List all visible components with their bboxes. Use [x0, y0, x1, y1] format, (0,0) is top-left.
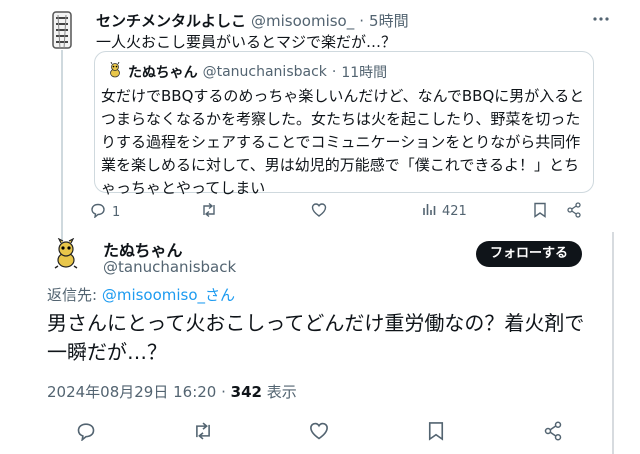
share-icon — [543, 421, 563, 445]
main-tweet-text: 男さんにとって火おこしってどんだけ重労働なの？着火剤で一瞬だが…？ — [47, 311, 585, 364]
retweet-button[interactable] — [192, 421, 214, 445]
handle[interactable]: @misoomiso_ — [251, 12, 354, 30]
bookmark-icon — [427, 421, 445, 445]
bookmark-icon — [533, 202, 547, 222]
views-button[interactable]: 421 — [422, 202, 467, 220]
tweet-meta: 2024年08月29日 16:20 · 342 表示 — [47, 381, 297, 402]
display-name[interactable]: センチメンタルよしこ — [96, 10, 246, 31]
separator-dot: · — [331, 64, 337, 80]
retweet-button[interactable] — [200, 202, 218, 222]
reply-to-line: 返信先: @misoomiso_さん — [47, 284, 235, 305]
like-button[interactable] — [309, 421, 329, 445]
views-icon — [422, 202, 436, 220]
share-icon — [566, 202, 582, 222]
quoted-timestamp: 11時間 — [341, 65, 388, 81]
share-button[interactable] — [566, 202, 582, 222]
quoted-handle: @tanuchanisback — [202, 64, 327, 80]
share-button[interactable] — [543, 421, 563, 445]
like-icon — [311, 202, 327, 222]
tweet-text: 一人火おこし要員がいるとマジで楽だが…？ — [96, 33, 397, 51]
quoted-display-name: たぬちゃん — [128, 65, 198, 81]
reply-icon — [76, 421, 96, 445]
views-count: 421 — [442, 203, 467, 219]
timestamp[interactable]: 5時間 — [369, 10, 409, 31]
separator-dot: · — [359, 12, 365, 30]
tanuki-avatar-icon — [107, 61, 123, 82]
more-icon[interactable] — [592, 10, 610, 32]
avatar-sentimental-yoshiko[interactable] — [42, 10, 82, 50]
views-label: 表示 — [261, 383, 297, 401]
like-icon — [309, 421, 329, 445]
like-button[interactable] — [311, 202, 327, 222]
quoted-tweet-card[interactable]: たぬちゃん @tanuchanisback · 11時間 女だけでBBQするのめ… — [94, 51, 594, 197]
thread-line — [61, 50, 63, 240]
follow-button[interactable]: フォローする — [476, 241, 582, 267]
reply-button[interactable] — [76, 421, 96, 445]
reply-icon — [90, 202, 106, 222]
tweet-timestamp[interactable]: 2024年08月29日 16:20 — [47, 383, 216, 401]
top-tweet-header: センチメンタルよしこ @misoomiso_ · 5時間 — [96, 10, 409, 31]
reply-count: 1 — [112, 204, 121, 220]
reply-to-label: 返信先: — [47, 286, 102, 304]
scrollbar[interactable] — [612, 232, 614, 454]
bookmark-button[interactable] — [533, 202, 547, 222]
reply-button[interactable]: 1 — [90, 202, 120, 222]
quoted-tweet-header: たぬちゃん @tanuchanisback · 11時間 — [107, 61, 388, 82]
quoted-tweet-text: 女だけでBBQするのめっちゃ楽しいんだけど、なんでBBQに男が入るとつまらなくな… — [101, 87, 585, 197]
avatar-tanuchan[interactable] — [50, 237, 82, 270]
handle[interactable]: @tanuchanisback — [103, 258, 236, 276]
meta-separator: · — [216, 383, 231, 401]
retweet-icon — [200, 202, 218, 222]
reply-to-handle-link[interactable]: @misoomiso_さん — [102, 286, 235, 304]
views-count: 342 — [230, 383, 262, 401]
retweet-icon — [192, 421, 214, 445]
bookmark-button[interactable] — [427, 421, 445, 445]
